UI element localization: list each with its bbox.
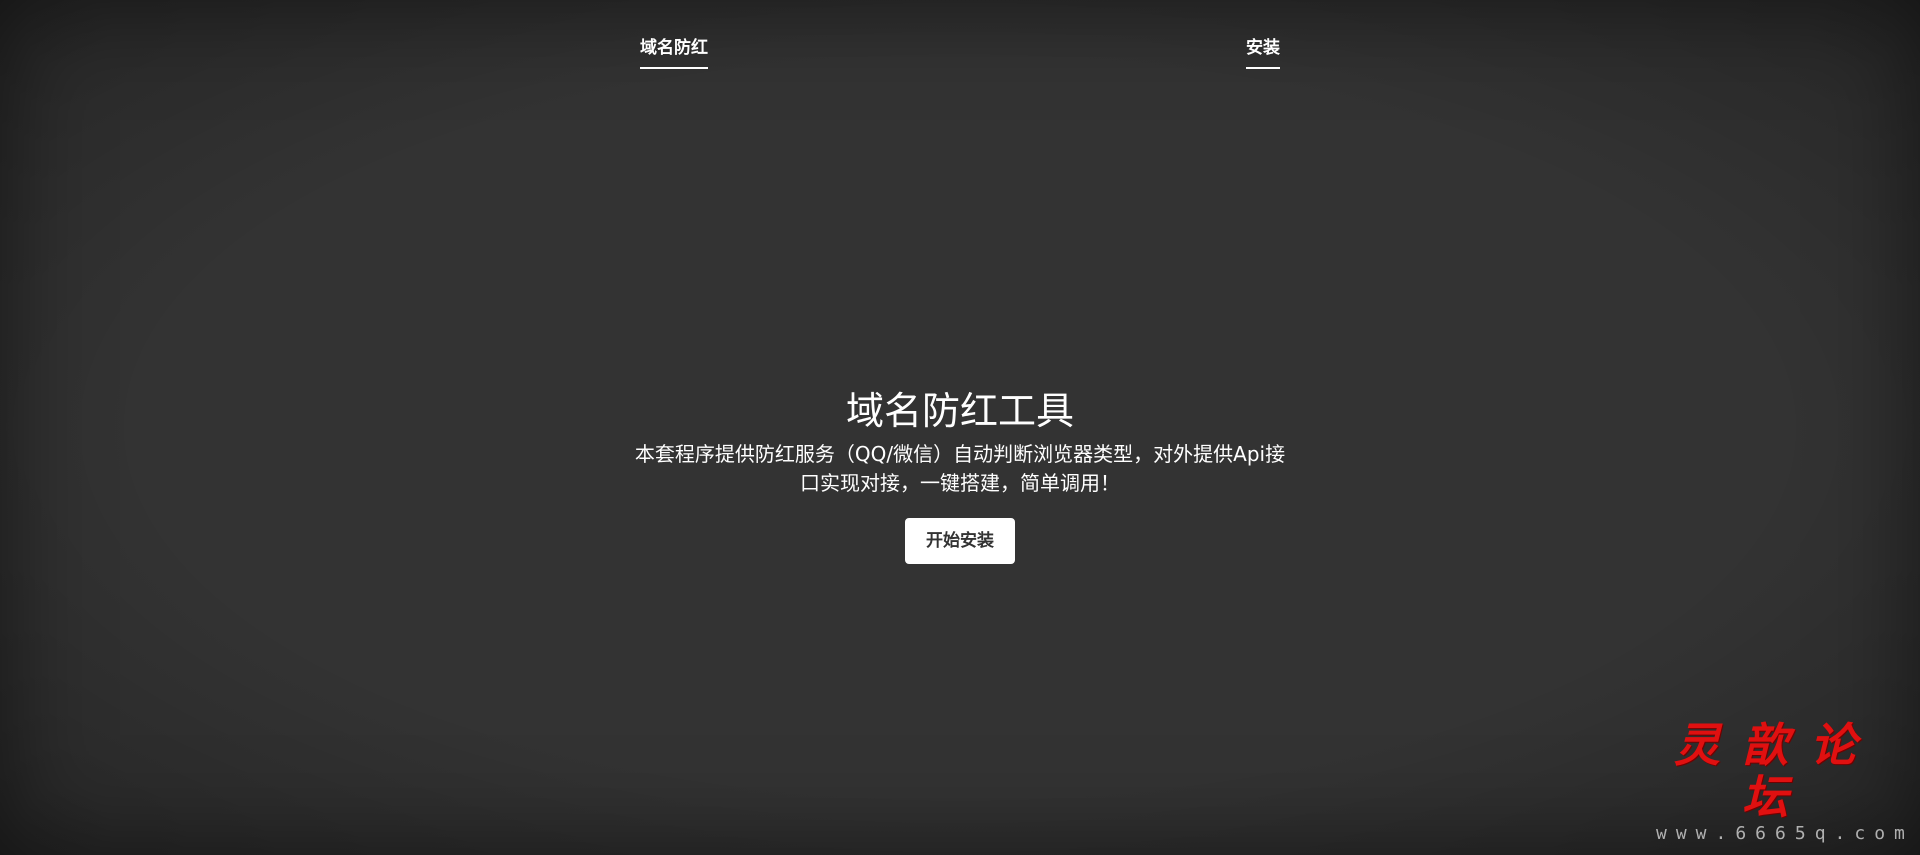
lead-text: 本套程序提供防红服务（QQ/微信）自动判断浏览器类型，对外提供Api接口实现对接… [634, 442, 1286, 495]
cover: 域名防红工具 本套程序提供防红服务（QQ/微信）自动判断浏览器类型，对外提供Ap… [560, 386, 1360, 564]
watermark: 灵歆论坛 www.6665q.com [1656, 718, 1914, 845]
nav-link-install[interactable]: 安装 [1246, 36, 1280, 69]
watermark-url: www.6665q.com [1656, 823, 1914, 844]
masthead: 域名防红 安装 [640, 36, 1280, 74]
start-install-button[interactable]: 开始安装 [905, 518, 1015, 564]
nav: 安装 [1246, 36, 1280, 69]
watermark-title: 灵歆论坛 [1674, 718, 1878, 824]
brand-link[interactable]: 域名防红 [640, 36, 708, 69]
page-title: 域名防红工具 [845, 389, 1074, 433]
